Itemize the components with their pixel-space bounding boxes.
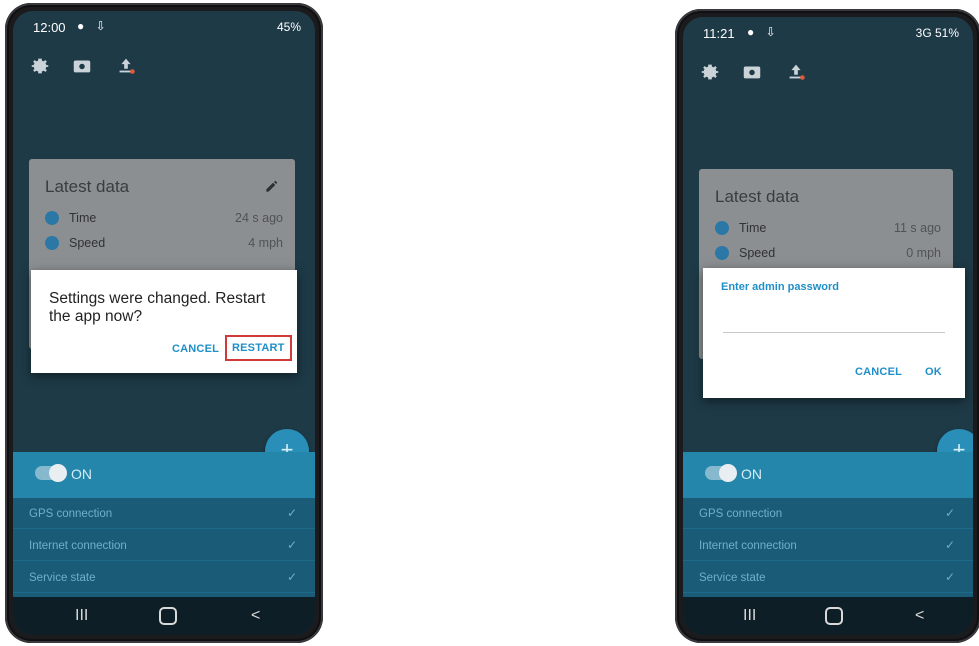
service-toggle-bar: ON <box>683 452 973 498</box>
row-value: 0 mph <box>906 246 941 260</box>
screen-right: 11:21 ● ⇩ 3G 51% Latest data Time 11 s a… <box>683 17 973 635</box>
status-row-service: Service state ✓ <box>13 562 315 593</box>
camera-icon[interactable] <box>741 61 763 83</box>
cancel-button[interactable]: CANCEL <box>172 343 219 355</box>
settings-gear-icon[interactable] <box>699 61 721 83</box>
restart-button[interactable]: RESTART <box>225 335 292 361</box>
password-input[interactable] <box>723 308 945 330</box>
phone-right: 11:21 ● ⇩ 3G 51% Latest data Time 11 s a… <box>675 9 979 643</box>
ok-button[interactable]: OK <box>925 366 942 378</box>
clock-icon <box>45 211 59 225</box>
status-label: GPS connection <box>699 508 783 520</box>
status-label: Service state <box>29 572 96 584</box>
status-row-service: Service state ✓ <box>683 562 973 593</box>
password-input-underline <box>723 332 945 333</box>
service-toggle-bar: ON <box>13 452 315 498</box>
row-value: 11 s ago <box>893 221 941 235</box>
check-icon: ✓ <box>944 570 955 584</box>
data-row-speed: Speed 0 mph <box>715 244 941 264</box>
dialog-message: Settings were changed. Restart the app n… <box>49 290 266 325</box>
card-title: Latest data <box>715 187 800 206</box>
settings-gear-icon[interactable] <box>29 55 51 77</box>
edit-pencil-icon[interactable] <box>263 175 283 195</box>
status-list: GPS connection ✓ Internet connection ✓ S… <box>683 498 973 602</box>
status-row-internet: Internet connection ✓ <box>13 530 315 561</box>
recents-button[interactable]: III <box>743 607 756 625</box>
recents-button[interactable]: III <box>75 607 88 625</box>
data-row-time: Time 24 s ago <box>45 209 283 229</box>
row-label: Time <box>69 211 97 225</box>
row-value: 24 s ago <box>235 211 283 225</box>
toggle-label: ON <box>741 466 762 482</box>
card-title: Latest data <box>45 177 130 196</box>
dialog-heading: Enter admin password <box>721 281 839 293</box>
service-toggle-switch[interactable] <box>35 464 67 482</box>
check-icon: ✓ <box>944 538 955 552</box>
admin-password-dialog: Enter admin password CANCEL OK <box>703 268 965 398</box>
row-label: Time <box>739 221 767 235</box>
toggle-knob <box>49 464 67 482</box>
upload-icon[interactable] <box>115 55 137 77</box>
status-label: Service state <box>699 572 766 584</box>
clock-icon <box>715 221 729 235</box>
status-battery: 3G 51% <box>915 26 959 40</box>
status-label: Internet connection <box>699 540 797 552</box>
row-label: Speed <box>69 236 106 250</box>
speedometer-icon <box>715 246 729 260</box>
home-button[interactable] <box>825 607 843 625</box>
status-label: Internet connection <box>29 540 127 552</box>
back-button[interactable]: < <box>251 607 260 625</box>
toggle-knob <box>719 464 737 482</box>
status-battery: 45% <box>276 20 301 34</box>
toggle-label: ON <box>71 466 92 482</box>
check-icon: ✓ <box>286 538 297 552</box>
status-bar: 12:00 ● ⇩ 45% <box>13 11 315 39</box>
data-row-speed: Speed 4 mph <box>45 234 283 254</box>
row-label: Speed <box>739 246 776 260</box>
check-icon: ✓ <box>286 570 297 584</box>
check-icon: ✓ <box>286 506 297 520</box>
status-label: GPS connection <box>29 508 113 520</box>
status-time: 11:21 <box>703 26 735 41</box>
nav-bar: III < <box>13 597 315 635</box>
phone-left: 12:00 ● ⇩ 45% Latest data Time 24 s ago … <box>5 3 323 643</box>
status-row-gps: GPS connection ✓ <box>13 498 315 529</box>
speedometer-icon <box>45 236 59 250</box>
status-row-internet: Internet connection ✓ <box>683 530 973 561</box>
data-row-time: Time 11 s ago <box>715 219 941 239</box>
home-button[interactable] <box>159 607 177 625</box>
upload-icon[interactable] <box>785 61 807 83</box>
cancel-button[interactable]: CANCEL <box>855 366 902 378</box>
service-toggle-switch[interactable] <box>705 464 737 482</box>
check-icon: ✓ <box>944 506 955 520</box>
notification-icons: ● ⇩ <box>77 19 110 33</box>
status-bar: 11:21 ● ⇩ 3G 51% <box>683 17 973 45</box>
restart-dialog: Settings were changed. Restart the app n… <box>31 270 297 373</box>
screen-left: 12:00 ● ⇩ 45% Latest data Time 24 s ago … <box>13 11 315 635</box>
nav-bar: III < <box>683 597 973 635</box>
notification-icons: ● ⇩ <box>747 25 780 39</box>
camera-icon[interactable] <box>71 55 93 77</box>
status-list: GPS connection ✓ Internet connection ✓ S… <box>13 498 315 602</box>
back-button[interactable]: < <box>915 607 924 625</box>
status-row-gps: GPS connection ✓ <box>683 498 973 529</box>
row-value: 4 mph <box>248 236 283 250</box>
status-time: 12:00 <box>33 20 66 35</box>
